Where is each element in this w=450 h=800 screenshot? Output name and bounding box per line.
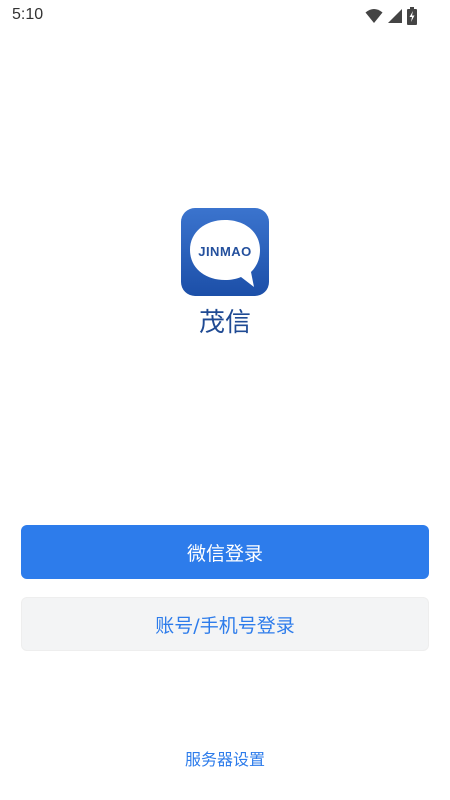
status-bar: 5:10 (0, 0, 450, 32)
battery-charging-icon (407, 7, 417, 25)
wechat-login-label: 微信登录 (186, 542, 263, 565)
server-settings-link[interactable]: 服务器设置 (0, 746, 450, 770)
account-login-label: 账号/手机号登录 (155, 614, 295, 637)
cellular-signal-icon (387, 8, 403, 24)
logo-text: JINMAO (198, 244, 252, 259)
app-name: 茂信 (198, 308, 251, 338)
app-logo: JINMAO (181, 208, 269, 296)
wechat-login-button[interactable]: 微信登录 (21, 525, 429, 579)
status-time: 5:10 (12, 6, 44, 23)
login-screen: 5:10 JINMAO 茂信 微信登录 账号/手机号登录 服务器设置 (0, 0, 450, 800)
status-icons (365, 6, 417, 26)
account-login-button[interactable]: 账号/手机号登录 (21, 597, 429, 651)
wifi-icon (365, 8, 383, 24)
